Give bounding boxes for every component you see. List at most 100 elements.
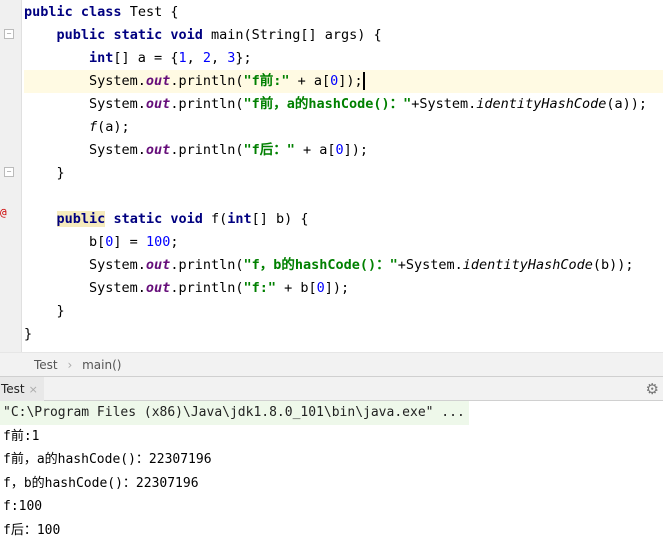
code-token: 100 <box>145 234 171 250</box>
code-token: "f后：" <box>243 142 295 158</box>
code-token: int <box>227 211 252 227</box>
code-token: ; <box>170 234 179 250</box>
code-token: } <box>24 165 65 181</box>
code-line[interactable]: } <box>24 162 663 185</box>
code-token: b[ <box>24 234 106 250</box>
code-token: ]); <box>343 142 369 158</box>
code-token: 0 <box>316 280 325 296</box>
code-token: ]); <box>324 280 350 296</box>
code-token: System. <box>24 257 146 273</box>
code-token: out <box>145 257 171 273</box>
code-line[interactable]: } <box>24 300 663 323</box>
code-token: 1 <box>178 50 187 66</box>
code-token: identityHashCode <box>476 96 607 112</box>
code-token: "f前:" <box>243 73 290 89</box>
code-token: (a); <box>97 119 130 135</box>
code-line[interactable]: public static void f(int[] b) { <box>24 208 663 231</box>
fold-icon[interactable]: − <box>4 29 14 39</box>
code-token: public <box>56 27 106 43</box>
code-token: + b[ <box>275 280 317 296</box>
close-icon[interactable]: × <box>29 383 38 396</box>
code-token: (b)); <box>592 257 634 273</box>
override-marker-icon: @ <box>0 206 7 219</box>
code-token: } <box>24 326 33 342</box>
code-line[interactable]: int[] a = {1, 2, 3}; <box>24 47 663 70</box>
gear-icon[interactable]: ⚙ <box>646 377 659 401</box>
code-token: [] a = { <box>113 50 179 66</box>
run-tool-window-header: Test × ⚙ <box>0 376 663 401</box>
code-token: "f:" <box>243 280 276 296</box>
code-token: void <box>170 27 203 43</box>
code-line[interactable]: System.out.println("f，b的hashCode()："+Sys… <box>24 254 663 277</box>
code-line[interactable]: f(a); <box>24 116 663 139</box>
code-token: , <box>186 50 203 66</box>
breadcrumb-separator: › <box>67 358 73 372</box>
code-token: 0 <box>335 142 344 158</box>
console-line: f后：100 <box>3 522 61 538</box>
code-token: 2 <box>202 50 211 66</box>
code-token: .println( <box>170 257 244 273</box>
code-token: void <box>170 211 203 227</box>
code-token: +System. <box>411 96 477 112</box>
code-token: }; <box>235 50 252 66</box>
code-line[interactable]: System.out.println("f前:" + a[0]); <box>24 70 663 93</box>
breadcrumb: Test › main() <box>0 352 663 376</box>
code-token: f <box>89 119 98 135</box>
code-line[interactable]: b[0] = 100; <box>24 231 663 254</box>
code-token: main(String[] args) { <box>202 27 382 43</box>
code-line[interactable]: System.out.println("f后：" + a[0]); <box>24 139 663 162</box>
code-token: System. <box>24 280 146 296</box>
breadcrumb-item-method[interactable]: main() <box>82 358 121 372</box>
run-tab[interactable]: Test × <box>0 377 44 401</box>
code-line[interactable]: System.out.println("f前，a的hashCode()："+Sy… <box>24 93 663 116</box>
code-token: .println( <box>170 280 244 296</box>
code-line[interactable]: System.out.println("f:" + b[0]); <box>24 277 663 300</box>
code-line[interactable]: public class Test { <box>24 1 663 24</box>
code-token: "f，b的hashCode()：" <box>243 257 398 273</box>
code-token: identityHashCode <box>462 257 593 273</box>
code-token: out <box>145 96 171 112</box>
code-token: .println( <box>170 73 244 89</box>
editor-gutter: − − @ <box>0 0 22 352</box>
breadcrumb-item-class[interactable]: Test <box>34 358 58 372</box>
code-line[interactable]: public static void main(String[] args) { <box>24 24 663 47</box>
run-tab-label: Test <box>1 382 25 396</box>
code-token: f( <box>202 211 228 227</box>
code-token: ]); <box>338 73 363 89</box>
code-token: out <box>145 73 171 89</box>
code-line[interactable] <box>24 185 663 208</box>
code-token: public <box>56 211 106 227</box>
console-output[interactable]: "C:\Program Files (x86)\Java\jdk1.8.0_10… <box>0 401 663 542</box>
code-line[interactable]: } <box>24 323 663 346</box>
code-token: class <box>80 4 122 20</box>
code-token: int <box>89 50 114 66</box>
code-token: + a[ <box>289 73 331 89</box>
code-token: .println( <box>170 96 244 112</box>
code-token: } <box>24 303 65 319</box>
code-token: static <box>113 27 163 43</box>
code-token: + a[ <box>294 142 336 158</box>
code-token: out <box>145 142 171 158</box>
code-token: static <box>113 211 163 227</box>
console-line: f前，a的hashCode()：22307196 <box>3 452 212 467</box>
code-token: ] = <box>113 234 146 250</box>
code-token: "f前，a的hashCode()：" <box>243 96 412 112</box>
code-token: [] b) { <box>251 211 309 227</box>
code-token: Test { <box>121 4 179 20</box>
code-token: , <box>211 50 228 66</box>
code-token: public <box>24 4 73 20</box>
code-token: +System. <box>397 257 463 273</box>
console-line: f:100 <box>3 499 43 514</box>
code-editor[interactable]: − − @ public class Test { public static … <box>0 0 663 352</box>
console-line: f，b的hashCode()：22307196 <box>3 475 199 491</box>
code-token: (a)); <box>606 96 647 112</box>
code-token: .println( <box>170 142 244 158</box>
text-caret <box>362 72 365 90</box>
fold-icon[interactable]: − <box>4 167 14 177</box>
code-token: System. <box>24 96 146 112</box>
